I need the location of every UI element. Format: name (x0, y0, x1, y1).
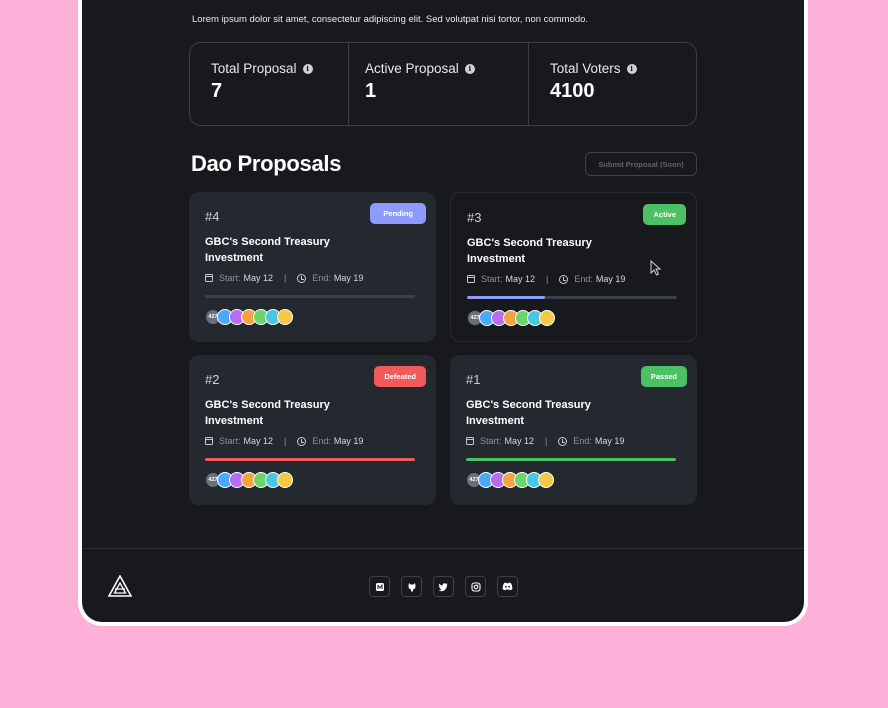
end-date: May 19 (595, 274, 626, 284)
stat-label: Total Proposal (211, 61, 297, 76)
proposal-title: GBC's Second Treasury Investment (205, 399, 330, 427)
calendar-icon (466, 437, 474, 445)
github-icon[interactable] (401, 576, 422, 597)
stat-label: Total Voters (550, 61, 621, 76)
voter-avatar (277, 309, 293, 325)
clock-icon (297, 273, 307, 283)
start-date: May 12 (504, 436, 535, 446)
footer-divider (82, 548, 804, 549)
info-icon[interactable]: i (302, 63, 313, 74)
stat-active-proposal: Active Proposal i 1 (349, 43, 529, 125)
start-label: Start: (219, 273, 241, 283)
start-date: May 12 (505, 274, 536, 284)
proposal-dates: Start: May 12 | End: May 19 (467, 274, 625, 284)
mouse-pointer-icon (650, 260, 662, 276)
start-date: May 12 (243, 436, 274, 446)
stat-total-proposal: Total Proposal i 7 (190, 43, 349, 125)
proposal-title: GBC's Second Treasury Investment (205, 236, 330, 264)
proposal-number: #3 (467, 210, 482, 225)
vote-progress-bar (205, 295, 415, 298)
clock-icon (558, 436, 568, 446)
discord-icon[interactable] (497, 576, 518, 597)
submit-proposal-button[interactable]: Submit Proposal (Soon) (585, 152, 697, 176)
voter-avatar (539, 310, 555, 326)
vote-progress-bar (205, 458, 415, 461)
status-badge: Pending (370, 203, 426, 224)
date-separator: | (545, 436, 548, 446)
end-date: May 19 (594, 436, 625, 446)
page-subtitle: Lorem ipsum dolor sit amet, consectetur … (192, 14, 589, 25)
vote-progress-bar (466, 458, 676, 461)
app-screen: Lorem ipsum dolor sit amet, consectetur … (82, 0, 804, 622)
proposal-number: #1 (466, 372, 481, 387)
proposal-card[interactable]: #2 Defeated GBC's Second Treasury Investme… (189, 355, 436, 505)
proposal-card[interactable]: #4 Pending GBC's Second Treasury Investmen… (189, 192, 436, 342)
clock-icon (297, 436, 307, 446)
vote-progress-fill (205, 458, 415, 461)
voter-avatars: 427 (205, 472, 293, 488)
start-label: Start: (219, 436, 241, 446)
end-label: End: (312, 273, 331, 283)
info-icon[interactable]: i (464, 63, 475, 74)
calendar-icon (205, 437, 213, 445)
stat-value: 1 (365, 80, 377, 102)
calendar-icon (205, 274, 213, 282)
voter-avatars: 427 (205, 309, 293, 325)
medium-icon[interactable] (369, 576, 390, 597)
vote-progress-fill (467, 296, 545, 299)
start-date: May 12 (243, 273, 274, 283)
end-date: May 19 (333, 273, 364, 283)
vote-progress-fill (466, 458, 676, 461)
instagram-icon[interactable] (465, 576, 486, 597)
proposal-number: #4 (205, 209, 220, 224)
status-badge: Defeated (374, 366, 426, 387)
voter-avatar (277, 472, 293, 488)
proposal-dates: Start: May 12 | End: May 19 (205, 436, 363, 446)
status-badge: Passed (640, 366, 687, 387)
end-date: May 19 (333, 436, 364, 446)
date-separator: | (284, 273, 287, 283)
device-frame: Lorem ipsum dolor sit amet, consectetur … (78, 0, 808, 626)
vote-progress-bar (467, 296, 677, 299)
start-label: Start: (481, 274, 503, 284)
stat-label: Active Proposal (365, 61, 459, 76)
proposal-dates: Start: May 12 | End: May 19 (205, 273, 363, 283)
proposal-card[interactable]: #1 Passed GBC's Second Treasury Investment… (450, 355, 697, 505)
section-title: Dao Proposals (191, 151, 342, 176)
proposal-number: #2 (205, 372, 220, 387)
proposal-dates: Start: May 12 | End: May 19 (466, 436, 624, 446)
stats-panel: Total Proposal i 7 Active Proposal i 1 Tot… (189, 42, 697, 126)
end-label: End: (312, 436, 331, 446)
stat-total-voters: Total Voters i 4100 (529, 43, 696, 125)
end-label: End: (574, 274, 593, 284)
voter-avatars: 427 (467, 310, 555, 326)
twitter-icon[interactable] (433, 576, 454, 597)
date-separator: | (546, 274, 549, 284)
calendar-icon (467, 275, 475, 283)
stat-value: 7 (211, 80, 223, 102)
status-badge: Active (643, 204, 686, 225)
logo-icon[interactable] (108, 575, 132, 597)
end-label: End: (573, 436, 592, 446)
social-links (369, 576, 518, 597)
proposal-title: GBC's Second Treasury Investment (467, 237, 592, 265)
start-label: Start: (480, 436, 502, 446)
stat-value: 4100 (550, 80, 595, 102)
info-icon[interactable]: i (626, 63, 637, 74)
voter-avatars: 427 (466, 472, 554, 488)
voter-avatar (538, 472, 554, 488)
date-separator: | (284, 436, 287, 446)
proposal-title: GBC's Second Treasury Investment (466, 399, 591, 427)
clock-icon (559, 274, 569, 284)
